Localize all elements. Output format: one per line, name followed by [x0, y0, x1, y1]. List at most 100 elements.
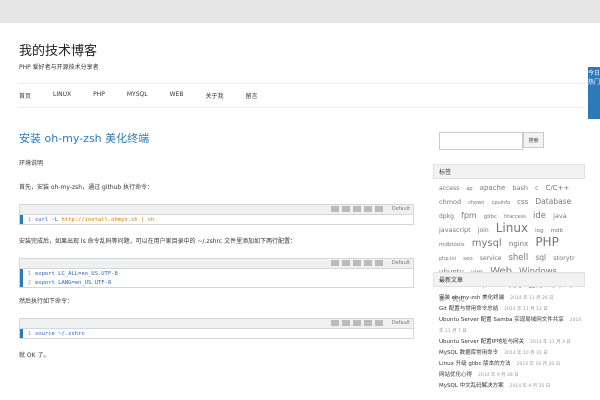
tag-link[interactable]: glibc — [484, 214, 497, 220]
tag-link[interactable]: shell — [508, 253, 528, 263]
code-toolbar: Default — [20, 205, 413, 215]
code-block: Default 1 export LC_ALL=en_US.UTF-8 2 ex… — [19, 258, 414, 288]
tag-link[interactable]: seo — [463, 256, 473, 262]
tag-link[interactable]: javascript — [439, 226, 471, 234]
print-icon[interactable] — [364, 320, 372, 326]
nav-item-home[interactable]: 首页 — [19, 91, 31, 101]
code-toolbar: Default — [20, 259, 413, 269]
help-icon[interactable] — [375, 206, 383, 212]
post-paragraph: 安装完成后，如果出现 ls 命令乱码等问题，可以在用户家目录中的 ~/.zshr… — [19, 238, 297, 245]
post-date: 2014 年 9 月 28 日 — [478, 373, 519, 378]
tag-link[interactable]: chown — [468, 200, 484, 206]
code-text: curl -L — [35, 216, 59, 223]
recent-post-link[interactable]: Ubuntu Server 配置IP地址与网关 — [439, 339, 524, 345]
copy-icon[interactable] — [353, 260, 361, 266]
recent-posts-widget-title: 最新文章 — [433, 272, 585, 287]
divider — [19, 107, 585, 108]
code-icon[interactable] — [342, 206, 350, 212]
tag-link[interactable]: sql — [535, 253, 546, 262]
tag-link[interactable]: ide — [533, 211, 546, 221]
list-item: Linux 升级 glibc 版本的方法 2014 年 10 月 20 日 — [439, 359, 584, 370]
recent-post-link[interactable]: Git 配置与常用命令总结 — [439, 306, 498, 312]
tag-link[interactable]: C/C++ — [546, 184, 570, 192]
tag-link[interactable]: Database — [535, 197, 571, 206]
line-number: 1 — [27, 330, 31, 337]
tag-link[interactable]: storytr — [553, 254, 575, 262]
tag-link[interactable]: java — [553, 212, 567, 220]
tag-link[interactable]: cpuinfo — [492, 200, 510, 206]
tag-link[interactable]: apache — [480, 184, 506, 192]
list-item: 安装 oh-my-zsh 美化终端 2014 年 11 月 26 日 — [439, 293, 584, 304]
recent-post-link[interactable]: 网站优化心得 — [439, 372, 472, 378]
post-date: 2014 年 9 月 25 日 — [509, 384, 551, 389]
tag-link[interactable]: join — [478, 227, 489, 234]
post-date: 2014 年 11 月 3 日 — [530, 340, 571, 345]
tag-link[interactable]: htaccess — [504, 214, 526, 220]
code-line: 1 export LC_ALL=en_US.UTF-8 — [20, 269, 413, 278]
recent-post-link[interactable]: 安装 oh-my-zsh 美化终端 — [439, 295, 504, 301]
code-icon[interactable] — [342, 320, 350, 326]
recent-posts-list: 安装 oh-my-zsh 美化终端 2014 年 11 月 26 日 Git 配置… — [439, 293, 584, 392]
code-block: Default 1 source ~/.zshrc — [19, 318, 414, 339]
list-item: 网站优化心得 2014 年 9 月 28 日 — [439, 370, 584, 381]
tag-link[interactable]: dpkg — [439, 213, 454, 220]
tag-link[interactable]: bash — [512, 184, 528, 192]
hot-today-tab[interactable]: 今日热门 — [588, 67, 600, 119]
post-paragraph: 环境说明 — [19, 160, 44, 167]
tag-link[interactable]: fpm — [461, 211, 477, 220]
copy-icon[interactable] — [353, 320, 361, 326]
nav-item-web[interactable]: WEB — [170, 91, 184, 101]
code-block: Default 1 curl -L http://install.ohmyz.s… — [19, 204, 414, 225]
code-line: 1 curl -L http://install.ohmyz.sh | sh — [20, 215, 413, 224]
divider — [19, 83, 585, 84]
view-source-icon[interactable] — [331, 320, 339, 326]
code-url[interactable]: http://install.ohmyz.sh | sh — [62, 217, 155, 223]
recent-post-link[interactable]: MySQL 中文乱码解决方案 — [439, 383, 504, 389]
tag-link[interactable]: mysql — [472, 238, 502, 249]
site-description: PHP 爱好者与开源技术分享者 — [19, 64, 99, 71]
tag-link[interactable]: mdb — [551, 228, 563, 234]
code-icon[interactable] — [342, 260, 350, 266]
help-icon[interactable] — [375, 260, 383, 266]
tag-link[interactable]: PHP — [535, 235, 559, 249]
code-line: 2 export LANG=en_US.UTF-8 — [20, 278, 413, 287]
view-source-icon[interactable] — [331, 206, 339, 212]
tag-link[interactable]: service — [480, 255, 502, 262]
print-icon[interactable] — [364, 206, 372, 212]
tag-link[interactable]: nginx — [509, 240, 528, 248]
list-item: Ubuntu Server 配置 Samba 实现局域网文件共享 2014 年 1… — [439, 315, 584, 337]
nav-item-php[interactable]: PHP — [93, 91, 105, 101]
copy-icon[interactable] — [353, 206, 361, 212]
tag-link[interactable]: access — [439, 185, 459, 192]
tag-link[interactable]: css — [517, 198, 528, 206]
print-icon[interactable] — [364, 260, 372, 266]
tag-link[interactable]: mdbtools — [439, 242, 465, 248]
post-paragraph: 然后执行如下命令： — [19, 298, 74, 305]
site-title[interactable]: 我的技术博客 — [19, 40, 97, 59]
recent-post-link[interactable]: MySQL 数据库常用命令 — [439, 350, 498, 356]
tag-link[interactable]: php.ini — [439, 256, 456, 262]
tag-link[interactable]: c — [535, 185, 538, 192]
nav-item-about[interactable]: 关于我 — [205, 91, 223, 101]
tag-link[interactable]: ap — [466, 186, 472, 192]
help-icon[interactable] — [375, 320, 383, 326]
post-date: 2014 年 11 月 26 日 — [510, 296, 554, 301]
tag-link[interactable]: chmod — [439, 198, 461, 206]
tag-link[interactable]: log — [535, 228, 543, 234]
post-date: 2014 年 10 月 20 日 — [516, 362, 561, 367]
post-date: 2014 年 11 月 12 日 — [504, 307, 548, 312]
search-input[interactable] — [439, 132, 523, 150]
code-line: 1 source ~/.zshrc — [20, 329, 413, 338]
search-button[interactable]: 搜索 — [523, 132, 544, 148]
list-item: Git 配置与常用命令总结 2014 年 11 月 12 日 — [439, 304, 584, 315]
nav-item-mysql[interactable]: MYSQL — [127, 91, 148, 101]
tag-link[interactable]: Linux — [496, 221, 528, 235]
nav-item-guestbook[interactable]: 留言 — [245, 91, 257, 101]
code-language: Default — [391, 206, 410, 212]
view-source-icon[interactable] — [331, 260, 339, 266]
nav-item-linux[interactable]: LINUX — [53, 91, 71, 101]
post-title[interactable]: 安装 oh-my-zsh 美化终端 — [19, 130, 149, 146]
recent-post-link[interactable]: Linux 升级 glibc 版本的方法 — [439, 361, 511, 367]
code-text: source ~/.zshrc — [35, 330, 85, 337]
recent-post-link[interactable]: Ubuntu Server 配置 Samba 实现局域网文件共享 — [439, 317, 564, 323]
